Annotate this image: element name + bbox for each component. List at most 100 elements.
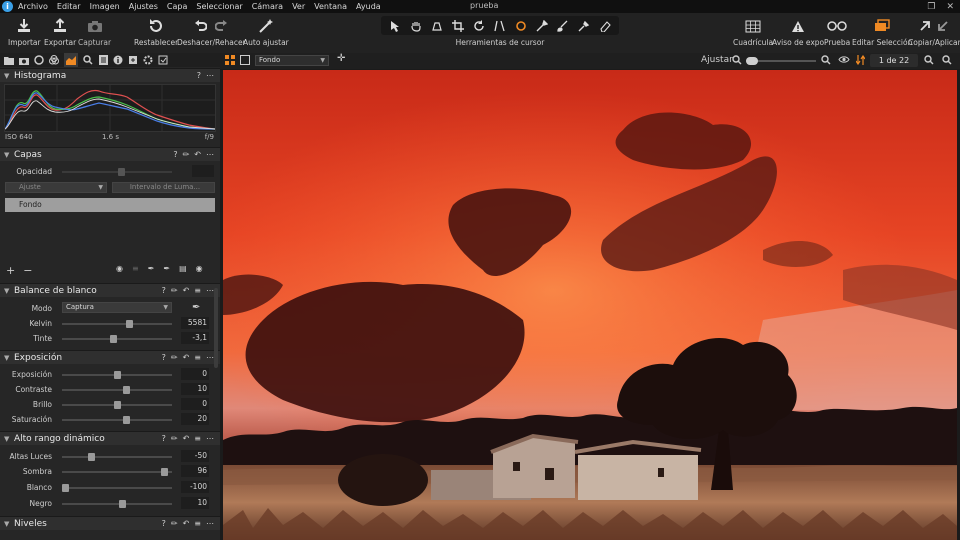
- zoom-search-icon[interactable]: [942, 55, 952, 67]
- brightness-slider[interactable]: [62, 401, 172, 409]
- more-options-icon[interactable]: ⋯: [206, 71, 214, 80]
- reset-icon[interactable]: ↶: [183, 519, 190, 528]
- histogram-section-header[interactable]: ▼ Histograma ? ⋯: [0, 68, 220, 82]
- whites-value[interactable]: -100: [181, 481, 209, 493]
- proof-button[interactable]: Prueba: [824, 16, 850, 47]
- shadows-value[interactable]: 96: [181, 465, 209, 477]
- eraser-tool-icon[interactable]: [598, 19, 612, 33]
- photo-canvas[interactable]: [223, 70, 957, 540]
- luma-range-button[interactable]: Intervalo de Luma...: [112, 182, 215, 193]
- tint-value[interactable]: -3,1: [181, 332, 209, 344]
- zoom-slider[interactable]: [746, 57, 816, 65]
- edit-icon[interactable]: ✏: [183, 150, 190, 159]
- crop-tool-icon[interactable]: [451, 19, 465, 33]
- eyedropper-tool-icon[interactable]: [577, 19, 591, 33]
- blacks-value[interactable]: 10: [181, 497, 209, 509]
- whites-slider[interactable]: [62, 484, 172, 492]
- exposure-warning-button[interactable]: Aviso de expo: [772, 16, 824, 47]
- menu-capa[interactable]: Capa: [167, 2, 187, 11]
- loupe-tool-icon[interactable]: [430, 19, 444, 33]
- add-layer-icon[interactable]: +: [6, 264, 15, 277]
- more-options-icon[interactable]: ⋯: [206, 434, 214, 443]
- reset-icon[interactable]: ↶: [183, 353, 190, 362]
- pointer-tool-icon[interactable]: [388, 19, 402, 33]
- auto-adjust-button[interactable]: Auto ajustar: [243, 16, 289, 47]
- reset-button[interactable]: Restablecer: [134, 16, 178, 47]
- fit-label[interactable]: Ajustar: [701, 55, 733, 65]
- zoom-slider-thumb[interactable]: [746, 57, 758, 65]
- menu-ayuda[interactable]: Ayuda: [356, 2, 381, 11]
- highlights-slider-thumb[interactable]: [88, 453, 95, 461]
- show-mask-icon[interactable]: ◉: [116, 264, 123, 273]
- keystone-tool-icon[interactable]: [493, 19, 507, 33]
- wb-picker-icon[interactable]: ✒: [192, 302, 200, 313]
- blacks-slider[interactable]: [62, 500, 172, 508]
- brightness-value[interactable]: 0: [181, 398, 209, 410]
- adjustment-layer-select[interactable]: Ajuste ▼: [5, 182, 107, 193]
- more-options-icon[interactable]: ⋯: [206, 286, 214, 295]
- white-balance-section-header[interactable]: ▼ Balance de blanco ? ✏ ↶ ≡ ⋯: [0, 283, 220, 297]
- menu-ajustes[interactable]: Ajustes: [129, 2, 158, 11]
- shadows-slider-thumb[interactable]: [161, 468, 168, 476]
- brush-tool-icon[interactable]: [556, 19, 570, 33]
- layers-section-header[interactable]: ▼ Capas ? ✏ ↶ ⋯: [0, 147, 220, 161]
- capture-button[interactable]: Capturar: [78, 16, 111, 47]
- whites-slider-thumb[interactable]: [62, 484, 69, 492]
- edit-icon[interactable]: ✏: [171, 286, 178, 295]
- brightness-slider-thumb[interactable]: [114, 401, 121, 409]
- color-picker-tool-icon[interactable]: [535, 19, 549, 33]
- menu-archivo[interactable]: Archivo: [18, 2, 48, 11]
- search-icon[interactable]: [924, 55, 934, 67]
- lens-tab-icon[interactable]: [34, 55, 44, 65]
- focus-point-icon[interactable]: ✛: [337, 53, 345, 64]
- metadata-tab-icon[interactable]: [113, 55, 123, 65]
- shadows-slider[interactable]: [62, 468, 172, 476]
- pan-tool-icon[interactable]: [409, 19, 423, 33]
- library-tab-icon[interactable]: [4, 55, 14, 65]
- list-icon[interactable]: ≡: [194, 519, 201, 528]
- help-icon[interactable]: ?: [173, 150, 177, 159]
- multi-view-icon[interactable]: [225, 55, 235, 67]
- kelvin-slider[interactable]: [62, 320, 172, 328]
- opacity-value[interactable]: [192, 165, 214, 177]
- saturation-slider[interactable]: [62, 416, 172, 424]
- kelvin-slider-thumb[interactable]: [126, 320, 133, 328]
- edit-selection-button[interactable]: Editar Selección: [852, 16, 912, 47]
- saturation-slider-thumb[interactable]: [123, 416, 130, 424]
- reset-icon[interactable]: ↶: [194, 150, 201, 159]
- output-tab-icon[interactable]: [128, 55, 138, 65]
- tint-slider-thumb[interactable]: [110, 335, 117, 343]
- contrast-value[interactable]: 10: [181, 383, 209, 395]
- highlights-value[interactable]: -50: [181, 450, 209, 462]
- mask-options-icon[interactable]: ≡: [132, 264, 139, 273]
- more-options-icon[interactable]: ⋯: [206, 519, 214, 528]
- exposure-section-header[interactable]: ▼ Exposición ? ✏ ↶ ≡ ⋯: [0, 350, 220, 364]
- levels-section-header[interactable]: ▼ Niveles ? ✏ ↶ ≡ ⋯: [0, 516, 220, 530]
- contrast-slider[interactable]: [62, 386, 172, 394]
- exposure-value[interactable]: 0: [181, 368, 209, 380]
- wb-mode-select[interactable]: Captura ▼: [62, 302, 172, 313]
- exposure-tab-icon[interactable]: [64, 53, 78, 67]
- hdr-section-header[interactable]: ▼ Alto rango dinámico ? ✏ ↶ ≡ ⋯: [0, 431, 220, 445]
- capture-tab-icon[interactable]: [19, 55, 29, 65]
- highlights-slider[interactable]: [62, 453, 172, 461]
- menu-camara[interactable]: Cámara: [252, 2, 283, 11]
- exposure-slider-thumb[interactable]: [114, 371, 121, 379]
- edit-icon[interactable]: ✏: [171, 434, 178, 443]
- sort-icon[interactable]: [855, 54, 866, 67]
- menu-ver[interactable]: Ver: [292, 2, 305, 11]
- help-icon[interactable]: ?: [162, 286, 166, 295]
- reset-icon[interactable]: ↶: [183, 286, 190, 295]
- export-button[interactable]: Exportar: [44, 16, 76, 47]
- remove-layer-icon[interactable]: −: [23, 264, 32, 277]
- adjustments-tab-icon[interactable]: [98, 55, 108, 65]
- zoom-in-icon[interactable]: [821, 55, 831, 67]
- app-logo-icon[interactable]: i: [2, 1, 13, 12]
- panel-scrollbar[interactable]: [214, 288, 218, 368]
- menu-ventana[interactable]: Ventana: [314, 2, 347, 11]
- close-window-icon[interactable]: ✕: [946, 2, 954, 12]
- edit-icon[interactable]: ✏: [171, 353, 178, 362]
- more-options-icon[interactable]: ⋯: [206, 150, 214, 159]
- settings-tab-icon[interactable]: [143, 55, 153, 65]
- contrast-slider-thumb[interactable]: [123, 386, 130, 394]
